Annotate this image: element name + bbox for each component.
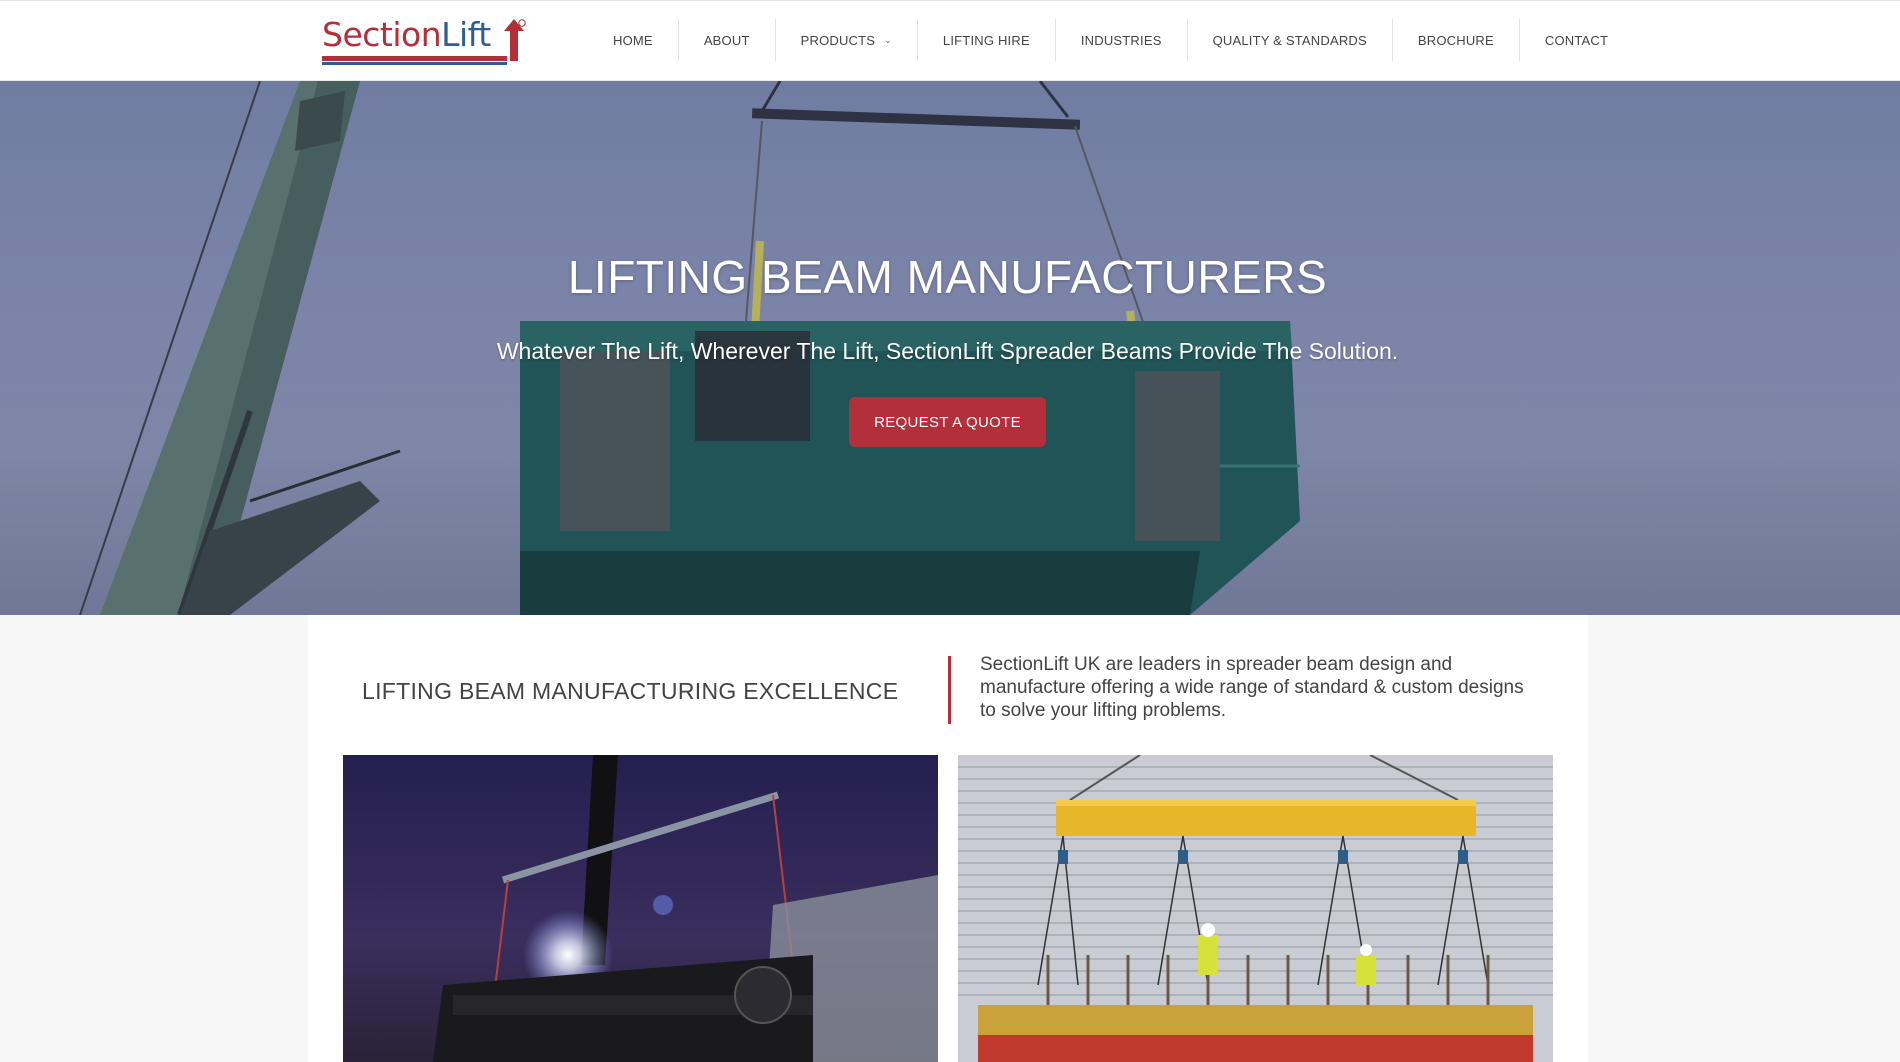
nav-industries[interactable]: INDUSTRIES bbox=[1054, 19, 1187, 61]
intro-section: LIFTING BEAM MANUFACTURING EXCELLENCE Se… bbox=[308, 615, 1588, 1062]
hero-banner: LIFTING BEAM MANUFACTURERS Whatever The … bbox=[0, 81, 1900, 615]
hero-title: LIFTING BEAM MANUFACTURERS bbox=[567, 251, 1328, 303]
main-nav: HOME ABOUT PRODUCTS ⌄ LIFTING HIRE INDUST… bbox=[588, 19, 1633, 61]
hero-subtitle: Whatever The Lift, Wherever The Lift, Se… bbox=[496, 338, 1399, 364]
chevron-down-icon[interactable]: ⌄ bbox=[884, 35, 892, 46]
locomotive-lift-image[interactable] bbox=[343, 755, 938, 1062]
spreader-beam-site-image[interactable] bbox=[958, 755, 1553, 1062]
nav-products[interactable]: PRODUCTS ⌄ bbox=[774, 19, 917, 61]
logo-underline-blue bbox=[322, 62, 507, 65]
nav-quality-standards[interactable]: QUALITY & STANDARDS bbox=[1186, 19, 1392, 61]
section-heading: LIFTING BEAM MANUFACTURING EXCELLENCE bbox=[362, 678, 899, 704]
sectionlift-logo[interactable]: SectionLift bbox=[320, 15, 526, 65]
site-header: SectionLift HOME ABOUT PRODUCTS ⌄ LIFTING… bbox=[0, 0, 1900, 81]
logo-underline-red bbox=[322, 56, 507, 61]
nav-contact[interactable]: CONTACT bbox=[1518, 19, 1633, 61]
logo-wordmark: SectionLift bbox=[322, 15, 491, 54]
nav-about[interactable]: ABOUT bbox=[677, 19, 775, 61]
request-quote-button[interactable]: REQUEST A QUOTE bbox=[849, 397, 1046, 447]
nav-lifting-hire[interactable]: LIFTING HIRE bbox=[916, 19, 1055, 61]
accent-divider bbox=[948, 656, 951, 724]
intro-text: SectionLift UK are leaders in spreader b… bbox=[980, 654, 1524, 721]
nav-brochure[interactable]: BROCHURE bbox=[1391, 19, 1519, 61]
nav-home[interactable]: HOME bbox=[588, 19, 678, 61]
